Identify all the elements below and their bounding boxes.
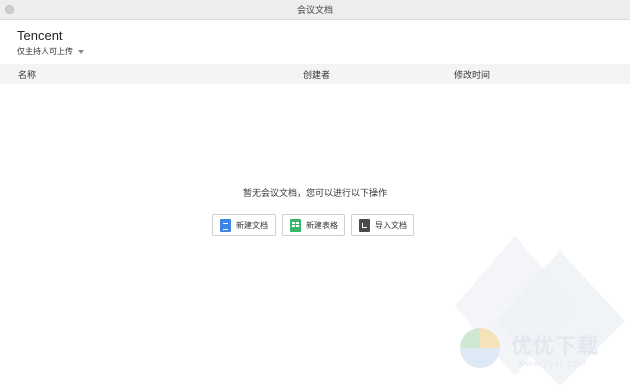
- meeting-docs-window: 会议文档 Tencent 仅主持人可上传 名称 创建者 修改时间 暂无会议文档，…: [0, 0, 630, 386]
- empty-state-actions: 新建文档 新建表格 导入文档: [212, 214, 414, 236]
- empty-state-message: 暂无会议文档，您可以进行以下操作: [242, 189, 387, 199]
- import-document-button[interactable]: 导入文档: [351, 214, 414, 236]
- title-bar: 会议文档: [0, 0, 630, 20]
- caret-down-icon: [78, 49, 84, 54]
- column-header-modified-time[interactable]: 修改时间: [454, 68, 490, 81]
- sheet-icon: [290, 218, 301, 232]
- watermark-text: 优优下载: [511, 334, 599, 358]
- new-spreadsheet-label: 新建表格: [306, 220, 338, 230]
- import-icon: [359, 218, 370, 232]
- column-header-creator[interactable]: 创建者: [303, 68, 330, 81]
- permission-dropdown[interactable]: 仅主持人可上传: [17, 46, 84, 57]
- permission-label: 仅主持人可上传: [17, 47, 73, 56]
- new-spreadsheet-button[interactable]: 新建表格: [282, 214, 345, 236]
- import-document-label: 导入文档: [375, 220, 407, 230]
- new-document-button[interactable]: 新建文档: [212, 214, 276, 236]
- new-document-label: 新建文档: [236, 220, 268, 230]
- table-header: 名称 创建者 修改时间: [0, 64, 630, 84]
- window-title: 会议文档: [296, 6, 333, 16]
- watermark-url: www.yyxt.com: [518, 358, 588, 368]
- org-name: Tencent: [17, 28, 63, 43]
- column-header-name[interactable]: 名称: [18, 68, 36, 81]
- doc-icon: [220, 218, 231, 232]
